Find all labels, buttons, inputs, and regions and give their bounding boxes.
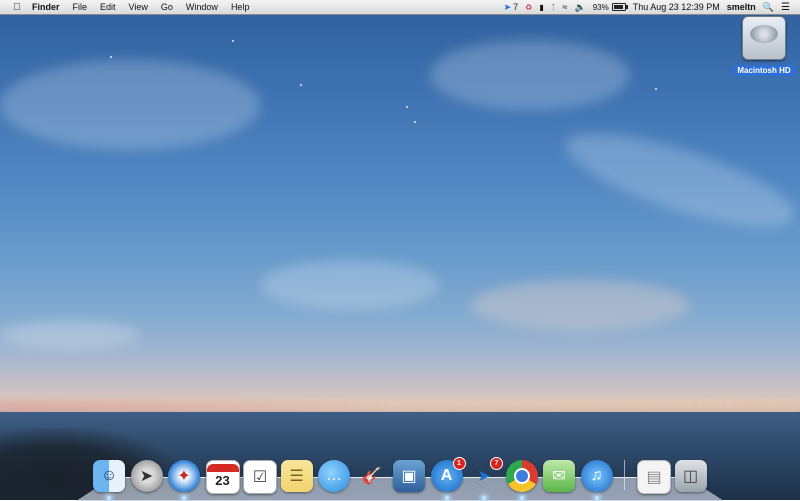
dock-item-finder[interactable]: ☺ [93,460,125,500]
rocket-icon: ➤ [130,460,163,492]
menu-window[interactable]: Window [186,2,218,12]
paper-plane-icon: ➤ [503,1,512,12]
notepad-icon: ☰ [280,460,313,492]
battery-percent: 93% [592,2,609,12]
chrome-icon [505,460,538,492]
dock-item-trash[interactable]: ◫ [674,460,707,492]
dock-item-chrome[interactable] [505,460,538,500]
user-name[interactable]: smeltn [727,1,756,13]
dock-item-calendar[interactable]: 23 [205,460,240,494]
dock-item-itunes[interactable]: ♫ [580,460,613,500]
running-indicator [107,496,111,500]
macintosh-hd-desktop-icon[interactable]: Macintosh HD [731,16,797,78]
desktop-wallpaper [0,0,800,500]
menu-edit[interactable]: Edit [100,2,116,12]
compass-icon: ✦ [168,460,200,492]
finder-icon: ☺ [93,460,125,492]
photo-camera-icon: ▣ [393,460,425,492]
dock-item-reminders[interactable]: ☑ [243,460,277,494]
sparrow-badge: 7 [490,457,503,470]
battery-status[interactable]: 93% [592,1,628,13]
calendar-day: 23 [215,473,230,488]
guitar-icon: 🎸 [361,468,382,485]
music-note-icon: ♫ [580,460,613,492]
app-store-badge: 1 [452,457,466,470]
running-indicator [182,496,186,500]
apple-menu-icon[interactable]:  [10,2,24,13]
menu-file[interactable]: File [73,2,88,12]
running-indicator [444,496,449,500]
trash-icon: ◫ [674,460,707,492]
documents-stack-icon: ▤ [637,460,671,494]
hard-drive-icon [742,16,786,60]
menu-app-name[interactable]: Finder [32,2,60,12]
speech-bubble-icon: ✉ [543,460,575,492]
dock-item-documents-stack[interactable]: ▤ [637,460,671,494]
menu-view[interactable]: View [129,2,148,12]
notification-center-icon[interactable]: ☰ [781,1,790,13]
spotlight-search-icon[interactable]: 🔍 [763,1,774,13]
dock-item-launchpad[interactable]: ➤ [130,460,163,492]
checklist-icon: ☑ [243,460,277,494]
drive-status-icon[interactable]: ▮ [539,1,543,13]
dock-item-imessage[interactable]: ✉ [543,460,575,492]
sync-status-icon[interactable]: ♻ [525,1,532,13]
menu-go[interactable]: Go [161,2,173,12]
dock-item-messages[interactable]: … [318,460,350,492]
sparrow-status-item[interactable]: ➤ 7 [504,1,519,13]
battery-icon [611,3,628,11]
menu-bar:  Finder File Edit View Go Window Help ➤… [0,0,800,15]
running-indicator [519,496,524,500]
dock-item-garageband[interactable]: 🎸 [356,460,388,492]
sparrow-unread-count: 7 [513,2,519,12]
volume-icon[interactable]: 🔈 [575,1,586,13]
menu-help[interactable]: Help [231,2,250,12]
running-indicator [594,496,599,500]
calendar-icon: 23 [205,460,240,494]
drive-label: Macintosh HD [732,65,796,76]
wifi-icon[interactable]: ≈ [563,1,568,13]
bluetooth-icon[interactable]: ᛏ [551,1,556,13]
dock-item-safari[interactable]: ✦ [168,460,200,500]
dock-item-sparrow[interactable]: ➤ 7 [468,457,503,500]
menubar-clock[interactable]: Thu Aug 23 12:39 PM [633,1,720,13]
dock-item-notes[interactable]: ☰ [280,460,313,492]
chat-bubbles-icon: … [318,460,350,492]
running-indicator [482,496,486,500]
dock-separator [624,460,625,490]
dock: ☺ ➤ ✦ 23 ☑ ☰ … 🎸 ▣ A 1 ➤ 7 ✉ ♫ ▤ ◫ [93,452,712,500]
dock-item-app-store[interactable]: A 1 [430,457,466,500]
status-menus: ➤ 7 ♻ ▮ ᛏ ≈ 🔈 93% Thu Aug 23 12:39 PM sm… [497,0,800,14]
dock-item-iphoto[interactable]: ▣ [393,460,425,492]
